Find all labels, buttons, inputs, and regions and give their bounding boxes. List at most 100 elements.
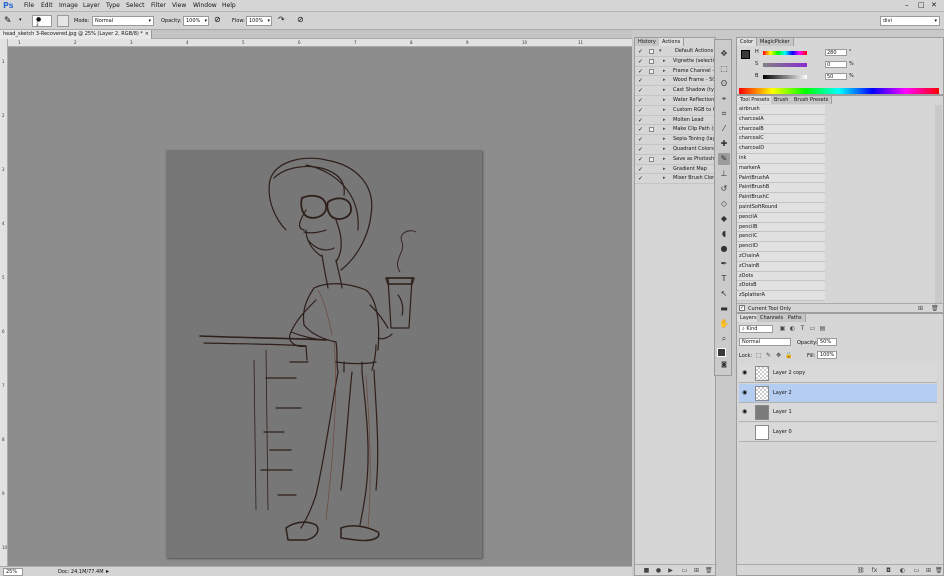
collapsed-triangle-icon[interactable]: ▸ — [663, 135, 666, 144]
document-canvas[interactable] — [166, 150, 482, 558]
opacity-field[interactable]: 100% ▾ — [183, 16, 209, 26]
action-row[interactable]: ✓ ▸ Save as Photoshop PDF — [635, 155, 717, 165]
layer-row[interactable]: ◉ Layer 2 — [739, 383, 937, 403]
tool-preset-item[interactable]: PaintBrushA — [737, 173, 825, 184]
menu-edit[interactable]: Edit — [41, 2, 53, 9]
clone-stamp-tool-icon[interactable]: ⊥ — [718, 168, 730, 180]
layer-row[interactable]: ◉ Layer 2 copy — [739, 364, 937, 383]
tool-preset-item[interactable]: charcoalB — [737, 124, 825, 135]
tool-preset-item[interactable]: zSplatterA — [737, 291, 825, 301]
layer-style-icon[interactable]: fx — [871, 567, 878, 574]
history-brush-tool-icon[interactable]: ↺ — [718, 183, 730, 195]
document-tab[interactable]: head_sketch 3-Recovered.jpg @ 25% (Layer… — [0, 30, 152, 39]
lock-all-icon[interactable]: 🔒 — [785, 352, 792, 359]
new-action-icon[interactable]: ⊞ — [693, 567, 700, 574]
menu-layer[interactable]: Layer — [83, 2, 100, 9]
tab-color[interactable]: Color — [737, 38, 758, 46]
action-check-icon[interactable]: ✓ — [638, 96, 643, 105]
type-tool-icon[interactable]: T — [718, 273, 730, 285]
collapsed-triangle-icon[interactable]: ▸ — [663, 116, 666, 125]
tool-preset-item[interactable]: charcoalA — [737, 114, 825, 125]
blend-mode-select[interactable]: Normal — [739, 338, 791, 346]
canvas-area[interactable] — [8, 47, 632, 566]
collapsed-triangle-icon[interactable]: ▸ — [663, 155, 666, 164]
layer-row[interactable]: ◉ Layer 1 — [739, 403, 937, 422]
expanded-triangle-icon[interactable]: ▾ — [659, 47, 662, 56]
close-icon[interactable]: ✕ — [931, 1, 937, 9]
tab-magicpicker[interactable]: MagicPicker — [757, 38, 794, 46]
color-ramp[interactable] — [739, 88, 939, 94]
tab-channels[interactable]: Channels — [757, 314, 788, 322]
visibility-eye-icon[interactable]: ◉ — [742, 389, 748, 396]
tool-preset-item[interactable]: pencilA — [737, 212, 825, 223]
visibility-eye-icon[interactable]: ◉ — [742, 370, 748, 376]
lock-position-icon[interactable]: ✥ — [775, 352, 782, 359]
trash-icon[interactable]: 🗑 — [931, 305, 939, 312]
smart-filter-icon[interactable]: ▤ — [819, 325, 826, 332]
healing-brush-tool-icon[interactable]: ✚ — [718, 138, 730, 150]
tool-preset-item[interactable]: markerA — [737, 163, 825, 174]
brush-tool-icon[interactable]: ✎ — [4, 15, 16, 27]
record-icon[interactable]: ● — [655, 567, 662, 574]
tool-preset-item[interactable]: charcoalC — [737, 134, 825, 145]
action-check-icon[interactable]: ✓ — [638, 155, 643, 164]
action-check-icon[interactable]: ✓ — [638, 47, 643, 56]
adjustment-filter-icon[interactable]: ◐ — [789, 325, 796, 332]
action-row[interactable]: ✓ ▸ Make Clip Path (selection) — [635, 125, 717, 136]
play-icon[interactable]: ▶ — [667, 567, 674, 574]
collapsed-triangle-icon[interactable]: ▸ — [663, 67, 666, 76]
action-row[interactable]: ✓ ▸ Vignette (selection) — [635, 57, 717, 67]
hand-tool-icon[interactable]: ✋ — [718, 318, 730, 330]
tool-preset-item[interactable]: pencilC — [737, 232, 825, 243]
tab-actions[interactable]: Actions — [659, 38, 685, 46]
action-row[interactable]: ✓ ▸ Frame Channel - 50 pixel — [635, 67, 717, 77]
minimize-icon[interactable]: – — [905, 1, 909, 9]
dialog-toggle[interactable] — [649, 127, 654, 133]
action-check-icon[interactable]: ✓ — [638, 165, 643, 174]
action-check-icon[interactable]: ✓ — [638, 57, 643, 66]
collapsed-triangle-icon[interactable]: ▸ — [663, 57, 666, 66]
eraser-tool-icon[interactable]: ◇ — [718, 198, 730, 210]
dodge-tool-icon[interactable]: ● — [718, 243, 730, 255]
tool-preset-item[interactable]: zChainB — [737, 261, 825, 272]
brush-panel-toggle-icon[interactable] — [57, 15, 69, 27]
menu-image[interactable]: Image — [59, 2, 78, 9]
new-preset-icon[interactable]: ⊞ — [917, 305, 924, 312]
shape-filter-icon[interactable]: ▭ — [809, 325, 816, 332]
new-group-icon[interactable]: ▭ — [913, 567, 920, 574]
action-check-icon[interactable]: ✓ — [638, 125, 643, 134]
current-tool-only-checkbox[interactable]: ✓ — [739, 305, 745, 311]
rectangle-tool-icon[interactable]: ▬ — [718, 303, 730, 315]
dialog-toggle[interactable] — [649, 68, 654, 74]
flow-field[interactable]: 100% ▾ — [246, 16, 272, 26]
saturation-field[interactable]: 0 — [825, 61, 847, 68]
pressure-size-icon[interactable]: ⊘ — [297, 15, 304, 24]
path-select-tool-icon[interactable]: ↖ — [718, 288, 730, 300]
dialog-toggle[interactable] — [649, 156, 654, 162]
collapsed-triangle-icon[interactable]: ▸ — [663, 76, 666, 85]
eyedropper-tool-icon[interactable]: ⁄ — [718, 123, 730, 135]
menu-view[interactable]: View — [172, 2, 186, 9]
maximize-icon[interactable]: □ — [918, 1, 925, 9]
tool-preset-item[interactable]: airbrush — [737, 105, 825, 115]
saturation-slider[interactable] — [763, 63, 807, 67]
airbrush-icon[interactable]: ↷ — [278, 15, 285, 24]
type-filter-icon[interactable]: T — [799, 325, 806, 332]
mode-select[interactable]: Normal ▾ — [92, 16, 154, 26]
brush-tool-icon[interactable]: ✎ — [718, 153, 730, 165]
trash-icon[interactable]: 🗑 — [705, 567, 713, 574]
layer-opacity-field[interactable]: 50% — [817, 338, 837, 346]
lock-transparent-icon[interactable]: ⬚ — [755, 352, 762, 359]
foreground-color-swatch[interactable] — [717, 348, 726, 357]
tool-preset-item[interactable]: pencilD — [737, 242, 825, 252]
fg-color-swatch[interactable] — [741, 50, 750, 59]
lasso-tool-icon[interactable]: ʘ — [718, 78, 730, 90]
zoom-field[interactable]: 25% — [3, 568, 23, 576]
brightness-field[interactable]: 50 — [825, 73, 847, 80]
link-layers-icon[interactable]: ⛓ — [857, 567, 865, 574]
quick-mask-icon[interactable]: ◙ — [718, 359, 730, 371]
fill-field[interactable]: 100% — [817, 351, 837, 359]
tool-preset-item[interactable]: charcoalD — [737, 144, 825, 154]
collapsed-triangle-icon[interactable]: ▸ — [663, 86, 666, 95]
adjustment-layer-icon[interactable]: ◐ — [899, 567, 906, 574]
